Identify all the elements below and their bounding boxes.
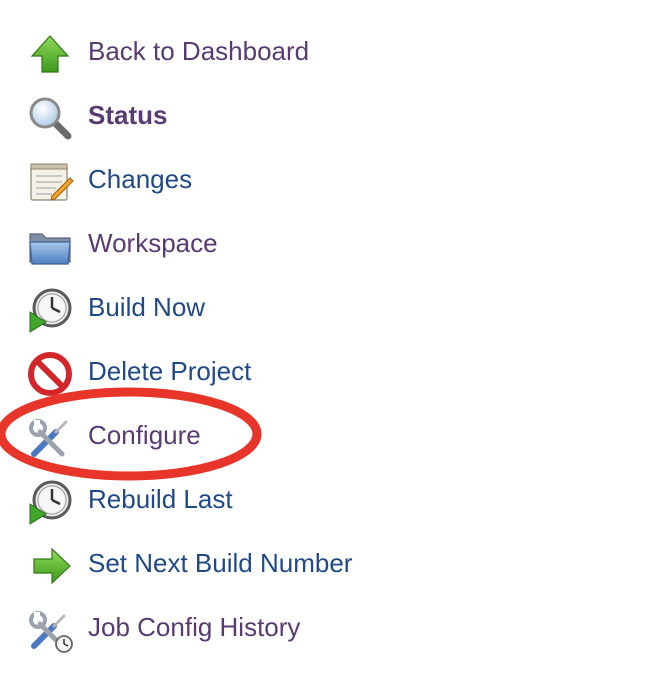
wrench-screwdriver-icon — [26, 414, 74, 462]
task-label[interactable]: Job Config History — [88, 610, 300, 644]
task-build-now[interactable]: Build Now — [0, 274, 664, 338]
clock-play-icon — [26, 286, 74, 334]
no-entry-icon — [26, 350, 74, 398]
magnifier-icon — [26, 94, 74, 142]
task-set-next-build-number[interactable]: Set Next Build Number — [0, 530, 664, 594]
task-workspace[interactable]: Workspace — [0, 210, 664, 274]
task-list: Back to Dashboard Status Changes Workspa… — [0, 18, 664, 658]
task-label[interactable]: Set Next Build Number — [88, 546, 352, 580]
notepad-icon — [26, 158, 74, 206]
task-changes[interactable]: Changes — [0, 146, 664, 210]
task-rebuild-last[interactable]: Rebuild Last — [0, 466, 664, 530]
task-label[interactable]: Configure — [88, 418, 201, 452]
task-label[interactable]: Back to Dashboard — [88, 34, 309, 68]
task-label[interactable]: Workspace — [88, 226, 218, 260]
task-back-to-dashboard[interactable]: Back to Dashboard — [0, 18, 664, 82]
wrench-screwdriver-clock-icon — [26, 606, 74, 654]
task-delete-project[interactable]: Delete Project — [0, 338, 664, 402]
task-configure[interactable]: Configure — [0, 402, 664, 466]
task-status[interactable]: Status — [0, 82, 664, 146]
task-label[interactable]: Rebuild Last — [88, 482, 233, 516]
task-label[interactable]: Delete Project — [88, 354, 251, 388]
task-label[interactable]: Status — [88, 98, 167, 132]
folder-icon — [26, 222, 74, 270]
task-label[interactable]: Build Now — [88, 290, 205, 324]
right-arrow-icon — [26, 542, 74, 590]
clock-play-icon — [26, 478, 74, 526]
up-arrow-icon — [26, 30, 74, 78]
task-job-config-history[interactable]: Job Config History — [0, 594, 664, 658]
task-label[interactable]: Changes — [88, 162, 192, 196]
